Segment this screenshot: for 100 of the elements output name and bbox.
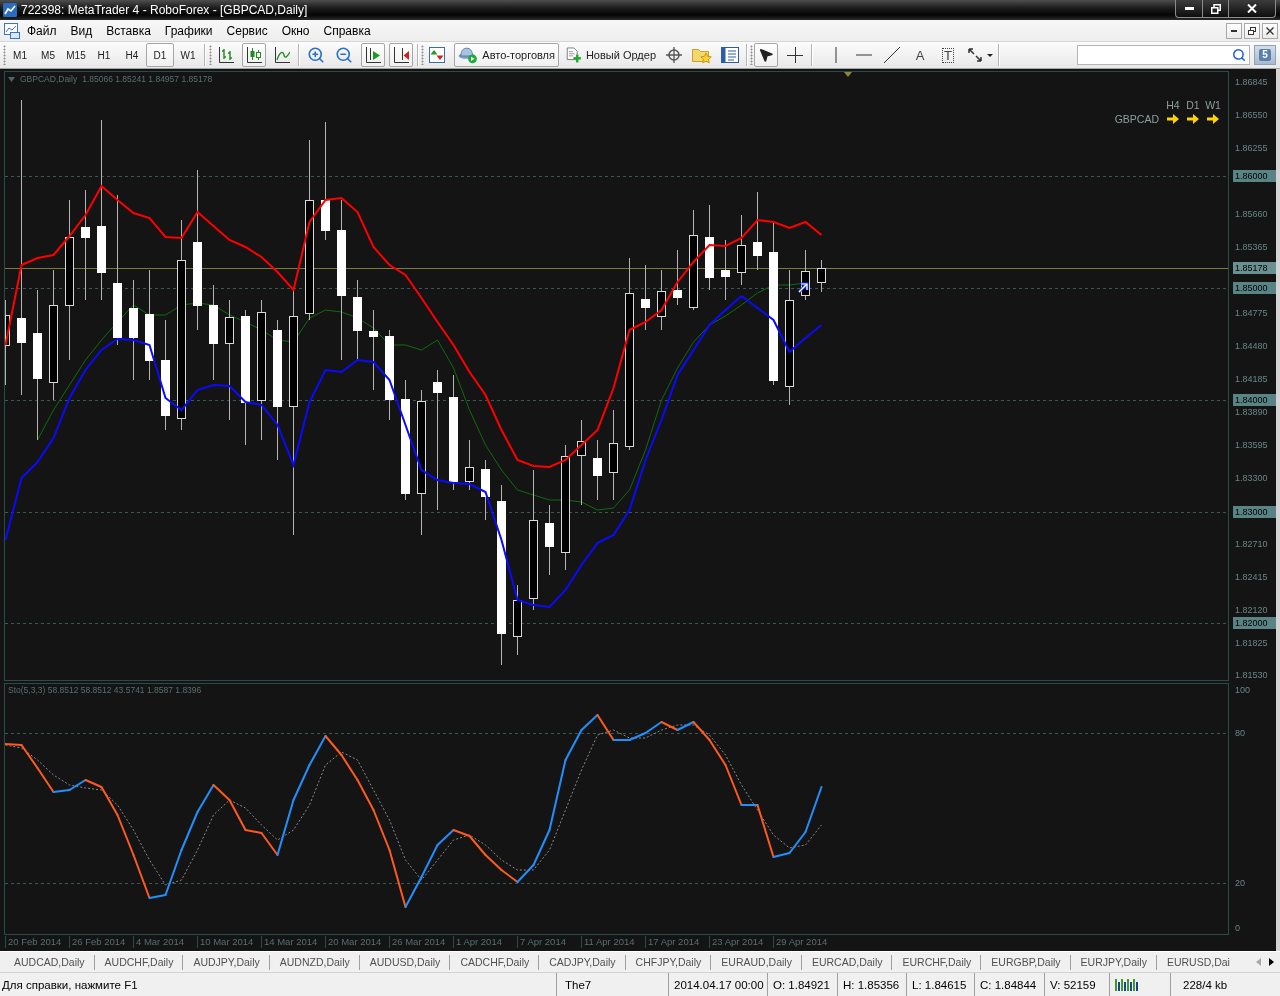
diagonal-line-icon (884, 47, 900, 63)
chart-tab[interactable]: AUDCAD,Daily (4, 954, 95, 970)
document-restore-button[interactable] (1244, 22, 1260, 39)
menu-item[interactable]: Справка (316, 23, 378, 38)
chart-tab[interactable]: EURCAD,Daily (801, 954, 893, 970)
auto-scroll-button[interactable] (389, 43, 413, 67)
chart-tab[interactable]: EURAUD,Daily (711, 954, 802, 970)
chart-tab[interactable]: EURCHF,Daily (892, 954, 982, 970)
level-label: 0 (1234, 922, 1241, 934)
profile-name: The7 (556, 973, 668, 996)
folder-star-icon (692, 46, 712, 64)
chart-tab[interactable]: AUDCHF,Daily (94, 954, 184, 970)
toolbar-grip[interactable] (3, 45, 6, 65)
chart-tab[interactable]: EURGBP,Daily (981, 954, 1071, 970)
chart-tab[interactable]: EURJPY,Daily (1070, 954, 1157, 970)
menu-item[interactable]: Сервис (219, 23, 275, 38)
price-marker: 1.83000 (1233, 505, 1276, 518)
candle (801, 249, 810, 301)
timeframe-button[interactable]: M5 (34, 43, 62, 67)
chart-tab[interactable]: AUDNZD,Daily (269, 954, 360, 970)
chart-tab[interactable]: AUDJPY,Daily (183, 954, 270, 970)
window-title: 722398: MetaTrader 4 - RoboForex - [GBPCAD,Daily] (21, 3, 308, 17)
close-price: C: 1.84844 (974, 973, 1044, 996)
candle (481, 459, 490, 521)
candle (737, 214, 746, 286)
document-minimize-button[interactable] (1226, 22, 1242, 39)
price-label: 1.82710 (1234, 538, 1269, 551)
date-label: 4 Mar 2014 (133, 936, 185, 948)
restore-icon (1248, 26, 1256, 35)
chart-tab[interactable]: CADJPY,Daily (539, 954, 626, 970)
timeframe-button[interactable]: H4 (118, 43, 146, 67)
toolbar-grip[interactable] (421, 45, 424, 65)
date-label: 29 Apr 2014 (773, 936, 828, 948)
text-label-button[interactable]: T (936, 43, 960, 67)
triangle-icon (8, 76, 15, 82)
timeframe-button[interactable]: M1 (6, 43, 34, 67)
timeframe-button[interactable]: W1 (174, 43, 202, 67)
chart-tab[interactable]: EURUSD,Dai (1156, 954, 1239, 970)
menu-item[interactable]: Вид (63, 23, 100, 38)
text-button[interactable]: A (908, 43, 932, 67)
price-label: 1.81530 (1234, 669, 1269, 681)
minimize-icon (1231, 29, 1237, 32)
date-label: 20 Feb 2014 (5, 936, 62, 948)
level-label: 80 (1234, 727, 1246, 739)
price-marker: 1.85000 (1233, 282, 1276, 295)
menu-item[interactable]: Файл (20, 23, 64, 38)
search-field[interactable] (1077, 45, 1250, 65)
timeframe-button[interactable]: D1 (146, 43, 174, 67)
level-label: 100 (1234, 684, 1252, 696)
cap-play-icon (458, 46, 478, 64)
price-label: 1.84185 (1234, 373, 1269, 386)
new-order-button[interactable]: Новый Ордер (563, 43, 659, 67)
date-label: 14 Mar 2014 (261, 936, 318, 948)
document-close-button[interactable] (1262, 22, 1278, 39)
timeframe-label: W1 (1205, 99, 1221, 111)
candle (673, 249, 682, 306)
arrow-marker-icon (797, 282, 809, 294)
candle (465, 439, 474, 491)
candlestick-chart-button[interactable] (242, 43, 266, 67)
candle (641, 264, 650, 331)
toolbar-grip[interactable] (750, 45, 753, 65)
right-arrow-icon (1207, 114, 1219, 124)
cursor-icon (758, 47, 774, 63)
right-arrow-icon (1167, 114, 1179, 124)
timeframe-button[interactable]: M15 (62, 43, 90, 67)
date-label: 17 Apr 2014 (645, 936, 700, 948)
chart-shift-button[interactable] (361, 43, 385, 67)
menu-item[interactable]: Окно (274, 23, 317, 38)
timeframe-button[interactable]: H1 (90, 43, 118, 67)
chart-tab[interactable]: CHFJPY,Daily (625, 954, 712, 970)
price-label: 1.86845 (1234, 76, 1269, 88)
high-price: H: 1.85356 (837, 973, 906, 996)
chart-tab[interactable]: CADCHF,Daily (450, 954, 540, 970)
minimize-icon (1184, 7, 1194, 10)
price-label: 1.83890 (1234, 406, 1269, 419)
cursor-button[interactable] (754, 43, 778, 67)
restore-icon (1210, 3, 1221, 14)
bar-chart-icon (218, 47, 234, 63)
scroll-right-icon[interactable] (1269, 958, 1274, 966)
auto-trading-button[interactable]: Авто-торговля (454, 43, 559, 67)
right-arrow-icon (1187, 114, 1199, 124)
traffic-text: 228/4 kb (1170, 973, 1280, 996)
candle (545, 504, 554, 576)
low-price: L: 1.84615 (906, 973, 974, 996)
chart-tab[interactable]: AUDUSD,Daily (359, 954, 451, 970)
date-label: 26 Feb 2014 (69, 936, 126, 948)
axis-left-arrow-icon (393, 47, 409, 63)
price-label: 1.81825 (1234, 637, 1269, 650)
price-label: 1.82415 (1234, 571, 1269, 584)
date-label: 11 Apr 2014 (581, 936, 635, 948)
timeframe-label: H4 (1166, 99, 1180, 111)
close-icon (1247, 4, 1257, 13)
menu-item[interactable]: Вставка (99, 23, 158, 38)
menu-item[interactable]: Графики (157, 23, 220, 38)
notifications-button[interactable]: 5 (1254, 45, 1276, 65)
trend-symbol: GBPCAD (1114, 113, 1159, 125)
toolbar-grip[interactable] (209, 45, 212, 65)
open-price: O: 1.84921 (767, 973, 837, 996)
close-icon (1266, 26, 1274, 35)
help-text: Для справки, нажмите F1 (1, 977, 139, 993)
